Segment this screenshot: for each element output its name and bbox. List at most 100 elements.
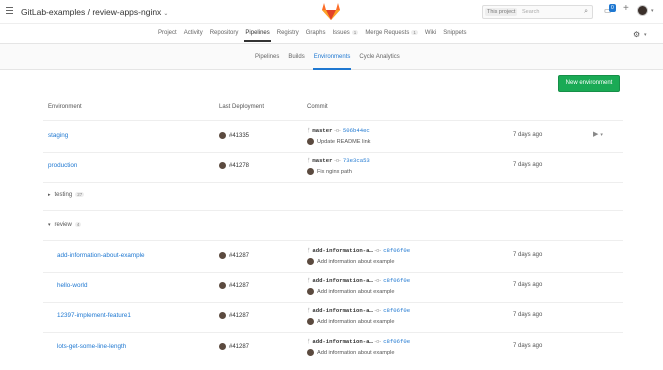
branch-icon: ᚠ bbox=[307, 278, 311, 284]
caret-down-icon[interactable]: ▾ bbox=[48, 222, 51, 228]
subtab-environments[interactable]: Environments bbox=[312, 54, 352, 70]
avatar bbox=[219, 282, 226, 289]
plus-icon[interactable]: + bbox=[623, 3, 629, 14]
deployment-cell: #41287 bbox=[219, 343, 249, 350]
commit-message[interactable]: Add information about example bbox=[317, 350, 394, 356]
env-link-staging[interactable]: staging bbox=[48, 132, 68, 139]
commit-sha[interactable]: c8f06f0e bbox=[383, 277, 410, 284]
tab-snippets[interactable]: Snippets bbox=[443, 30, 466, 36]
deployment-id[interactable]: #41287 bbox=[229, 283, 249, 289]
commit-ref: ᚠ add-information-a… -o-c8f06f0e bbox=[307, 277, 410, 284]
commit-sha[interactable]: 506b44ec bbox=[343, 127, 370, 134]
commit-sha[interactable]: c8f06f0e bbox=[383, 307, 410, 314]
commit-message[interactable]: Add information about example bbox=[317, 259, 394, 265]
env-link[interactable]: 12397-implement-feature1 bbox=[57, 312, 131, 319]
project-nav: Project Activity Repository Pipelines Re… bbox=[0, 24, 663, 44]
tab-wiki[interactable]: Wiki bbox=[425, 30, 436, 36]
commit-message[interactable]: Fix nginx path bbox=[317, 169, 352, 175]
deployment-id[interactable]: #41287 bbox=[229, 313, 249, 319]
avatar bbox=[307, 168, 314, 175]
subtab-cycle-analytics[interactable]: Cycle Analytics bbox=[359, 54, 399, 60]
tab-graphs[interactable]: Graphs bbox=[306, 30, 326, 36]
commit-message[interactable]: Update README link bbox=[317, 139, 370, 145]
chevron-down-icon[interactable]: ▾ bbox=[600, 132, 603, 138]
commit-message[interactable]: Add information about example bbox=[317, 319, 394, 325]
tab-project[interactable]: Project bbox=[158, 30, 177, 36]
branch-name[interactable]: add-information-a… bbox=[312, 307, 372, 314]
branch-name[interactable]: add-information-a… bbox=[312, 247, 372, 254]
commit-ref: ᚠ master -o- 73e3ca53 bbox=[307, 157, 370, 164]
commit-message-cell: Add information about example bbox=[307, 258, 394, 265]
deployment-id[interactable]: #41335 bbox=[229, 133, 249, 139]
divider bbox=[43, 332, 623, 333]
env-link[interactable]: lots-get-some-line-length bbox=[57, 343, 126, 350]
avatar bbox=[219, 312, 226, 319]
chevron-down-icon[interactable]: ▾ bbox=[651, 8, 654, 14]
deployment-id[interactable]: #41287 bbox=[229, 253, 249, 259]
divider bbox=[43, 272, 623, 273]
commit-icon: -o- bbox=[334, 128, 341, 134]
issues-count-badge: 1 bbox=[351, 30, 359, 35]
commit-sha[interactable]: 73e3ca53 bbox=[343, 157, 370, 164]
todo-count-badge: 0 bbox=[609, 4, 616, 12]
caret-right-icon[interactable]: ▸ bbox=[48, 192, 51, 198]
new-environment-button[interactable]: New environment bbox=[558, 75, 620, 92]
folder-name: review bbox=[54, 222, 72, 228]
tab-activity[interactable]: Activity bbox=[184, 30, 203, 36]
commit-message[interactable]: Add information about example bbox=[317, 289, 394, 295]
divider bbox=[43, 240, 623, 241]
env-link[interactable]: add-information-about-example bbox=[57, 252, 145, 259]
commit-ref: ᚠ add-information-a… -o-c8f06f0e bbox=[307, 338, 410, 345]
folder-count-badge: 27 bbox=[75, 192, 85, 197]
tab-pipelines[interactable]: Pipelines bbox=[244, 30, 272, 42]
search-field[interactable]: This project Search ⌕ bbox=[482, 5, 593, 19]
deployment-cell: #41287 bbox=[219, 312, 249, 319]
commit-icon: -o- bbox=[374, 278, 382, 284]
env-link-production[interactable]: production bbox=[48, 162, 77, 169]
gitlab-logo-icon[interactable] bbox=[321, 2, 341, 21]
branch-icon: ᚠ bbox=[307, 339, 311, 345]
tab-merge-requests[interactable]: Merge Requests 1 bbox=[365, 30, 418, 36]
avatar bbox=[219, 252, 226, 259]
folder-review[interactable]: ▾ review 4 bbox=[48, 222, 82, 228]
commit-sha[interactable]: c8f06f0e bbox=[383, 247, 410, 254]
search-placeholder: Search bbox=[522, 9, 540, 15]
tab-repository[interactable]: Repository bbox=[210, 30, 239, 36]
search-scope-badge[interactable]: This project bbox=[485, 8, 518, 16]
play-icon[interactable]: ▶ ▾ bbox=[593, 130, 603, 138]
chevron-down-icon[interactable]: ⌄ bbox=[163, 11, 168, 17]
branch-icon: ᚠ bbox=[307, 248, 311, 254]
avatar bbox=[307, 258, 314, 265]
deployed-ago: 7 days ago bbox=[513, 162, 543, 168]
deployed-ago: 7 days ago bbox=[513, 252, 543, 258]
branch-name[interactable]: master bbox=[312, 157, 332, 164]
env-link[interactable]: hello-world bbox=[57, 282, 87, 289]
commit-sha[interactable]: c8f06f0e bbox=[383, 338, 410, 345]
chevron-down-icon[interactable]: ▾ bbox=[644, 32, 647, 38]
deployment-cell: #41287 bbox=[219, 282, 249, 289]
divider bbox=[43, 210, 623, 211]
search-icon: ⌕ bbox=[584, 8, 588, 15]
avatar bbox=[307, 138, 314, 145]
branch-icon: ᚠ bbox=[307, 128, 311, 134]
folder-testing[interactable]: ▸ testing 27 bbox=[48, 192, 85, 198]
sub-nav: Pipelines Builds Environments Cycle Anal… bbox=[0, 44, 663, 70]
commit-icon: -o- bbox=[374, 248, 382, 254]
branch-name[interactable]: add-information-a… bbox=[312, 277, 372, 284]
tab-registry[interactable]: Registry bbox=[277, 30, 299, 36]
branch-name[interactable]: master bbox=[312, 127, 332, 134]
gear-icon[interactable]: ⚙ bbox=[633, 30, 640, 39]
col-header-commit: Commit bbox=[307, 104, 328, 110]
user-avatar[interactable] bbox=[637, 5, 648, 16]
project-title[interactable]: GitLab-examples / review-apps-nginx ⌄ bbox=[21, 7, 168, 17]
deployment-id[interactable]: #41278 bbox=[229, 163, 249, 169]
avatar bbox=[219, 132, 226, 139]
menu-icon[interactable] bbox=[6, 7, 13, 14]
subtab-builds[interactable]: Builds bbox=[288, 54, 304, 60]
commit-message-cell: Add information about example bbox=[307, 288, 394, 295]
avatar bbox=[307, 318, 314, 325]
branch-name[interactable]: add-information-a… bbox=[312, 338, 372, 345]
tab-issues[interactable]: Issues 1 bbox=[332, 30, 359, 36]
subtab-pipelines[interactable]: Pipelines bbox=[255, 54, 279, 60]
deployment-id[interactable]: #41287 bbox=[229, 344, 249, 350]
